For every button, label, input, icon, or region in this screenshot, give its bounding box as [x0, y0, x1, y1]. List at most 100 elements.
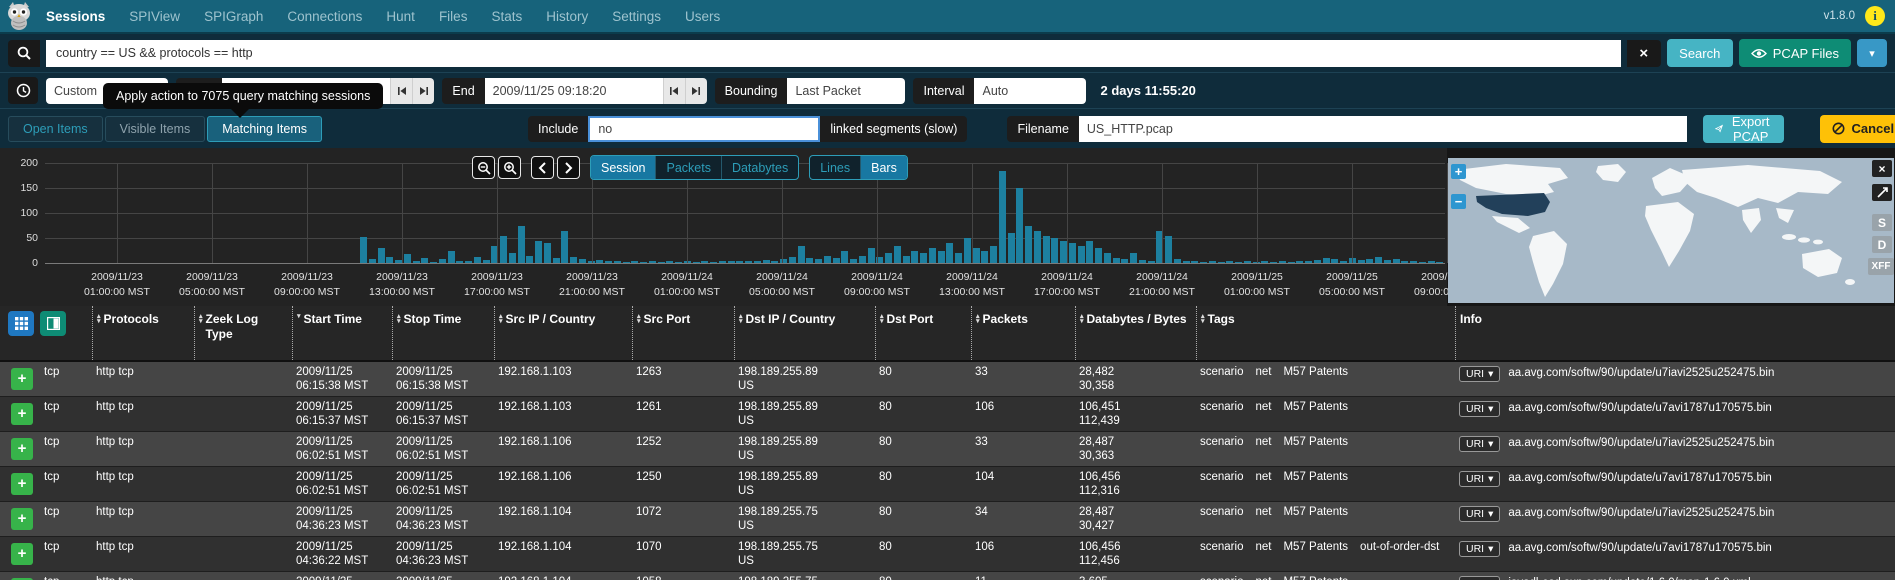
expand-session-button[interactable]: +	[11, 543, 33, 565]
sort-icon[interactable]: ▴ ▾	[499, 313, 503, 354]
expand-session-button[interactable]: +	[11, 438, 33, 460]
uri-dropdown-button[interactable]: URI▾	[1459, 576, 1501, 580]
table-row[interactable]: + tcp http tcp 2009/11/25 2009/11/25 192.168.…	[0, 572, 1895, 580]
pcap-files-button[interactable]: PCAP Files	[1738, 39, 1851, 67]
filename-input[interactable]	[1078, 115, 1687, 142]
search-icon[interactable]	[8, 39, 40, 67]
stop-date: 2009/11/25	[396, 401, 453, 413]
uri-dropdown-button[interactable]: URI▾	[1459, 471, 1501, 487]
column-header-src-port[interactable]: ▴ ▾ Src Port	[632, 306, 734, 360]
end-time-input[interactable]	[484, 77, 663, 104]
column-header-tags[interactable]: ▴ ▾ Tags	[1196, 306, 1455, 360]
include-segments-input[interactable]	[588, 115, 821, 142]
column-config-icon[interactable]	[40, 311, 66, 336]
sort-icon[interactable]: ▴ ▾	[637, 313, 641, 354]
sort-icon[interactable]: ▴ ▾	[1201, 313, 1205, 354]
uri-dropdown-button[interactable]: URI▾	[1459, 436, 1501, 452]
start-time: 06:02:51 MST	[296, 485, 369, 497]
x-gridline	[212, 163, 213, 263]
chart-toggle-session[interactable]: Session	[591, 156, 657, 179]
step-forward-icon[interactable]	[684, 77, 707, 104]
sort-icon[interactable]: ▴ ▾	[739, 313, 743, 354]
nav-item-users[interactable]: Users	[685, 9, 720, 24]
clock-icon[interactable]	[8, 77, 38, 104]
table-row[interactable]: + tcp http tcp 2009/11/25 06:15:37 MST 2009/1…	[0, 397, 1895, 432]
pan-right-icon[interactable]	[557, 156, 580, 179]
uri-dropdown-button[interactable]: URI▾	[1459, 401, 1501, 417]
step-back-icon[interactable]	[662, 77, 685, 104]
map-close-icon[interactable]: ×	[1872, 160, 1892, 177]
column-header-packets[interactable]: ▴ ▾ Packets	[971, 306, 1075, 360]
export-pcap-button[interactable]: Export PCAP	[1702, 114, 1785, 144]
expand-session-button[interactable]: +	[11, 403, 33, 425]
map-zoom-in-button[interactable]: +	[1451, 164, 1466, 179]
step-forward-icon[interactable]	[412, 77, 435, 104]
map-dst-toggle[interactable]: D	[1872, 236, 1892, 253]
sort-desc-icon[interactable]: ▾	[297, 313, 301, 354]
info-uri: aa.avg.com/softw/90/update/u7avi1787u170…	[1508, 472, 1772, 484]
expand-session-button[interactable]: +	[11, 473, 33, 495]
chart-toggle-databytes[interactable]: Databytes	[722, 156, 798, 179]
sort-icon[interactable]: ▴ ▾	[199, 313, 203, 354]
nav-item-sessions[interactable]: Sessions	[46, 9, 105, 24]
table-row[interactable]: + tcp http tcp 2009/11/25 04:36:23 MST 2009/1…	[0, 502, 1895, 537]
info-icon[interactable]: i	[1865, 6, 1885, 26]
column-header-stop-time[interactable]: ▴ ▾ Stop Time	[392, 306, 494, 360]
column-label: Info	[1460, 312, 1482, 326]
toggle-view-grid-icon[interactable]	[8, 311, 34, 336]
nav-item-hunt[interactable]: Hunt	[386, 9, 415, 24]
table-row[interactable]: + tcp http tcp 2009/11/25 04:36:22 MST 2009/1…	[0, 537, 1895, 572]
map-xff-toggle[interactable]: XFF	[1868, 258, 1894, 275]
nav-item-files[interactable]: Files	[439, 9, 468, 24]
chart-toggle-lines[interactable]: Lines	[810, 156, 862, 179]
caret-down-icon: ▾	[1488, 473, 1494, 485]
nav-item-connections[interactable]: Connections	[287, 9, 362, 24]
zoom-in-icon[interactable]	[498, 156, 521, 179]
nav-item-stats[interactable]: Stats	[491, 9, 522, 24]
export-tab-matching-items[interactable]: Matching Items	[207, 115, 323, 142]
column-header-dst-port[interactable]: ▴ ▾ Dst Port	[875, 306, 971, 360]
column-header-protocols[interactable]: ▴ ▾ Protocols	[92, 306, 194, 360]
map-expand-icon[interactable]	[1872, 184, 1892, 201]
nav-item-spiview[interactable]: SPIView	[129, 9, 180, 24]
search-button[interactable]: Search	[1666, 39, 1733, 67]
sort-icon[interactable]: ▴ ▾	[97, 313, 101, 354]
column-header-dst-ip-country[interactable]: ▴ ▾ Dst IP / Country	[734, 306, 875, 360]
nav-item-spigraph[interactable]: SPIGraph	[204, 9, 263, 24]
uri-dropdown-button[interactable]: URI▾	[1459, 366, 1501, 382]
nav-item-history[interactable]: History	[546, 9, 588, 24]
cancel-button[interactable]: Cancel	[1820, 114, 1895, 143]
chart-toggle-bars[interactable]: Bars	[861, 156, 907, 179]
uri-dropdown-button[interactable]: URI▾	[1459, 541, 1501, 557]
map-zoom-out-button[interactable]: −	[1451, 194, 1466, 209]
column-header-src-ip-country[interactable]: ▴ ▾ Src IP / Country	[494, 306, 632, 360]
zoom-out-icon[interactable]	[472, 156, 495, 179]
map-src-toggle[interactable]: S	[1872, 214, 1892, 231]
column-header-zeek-log-type[interactable]: ▴ ▾ Zeek Log Type	[194, 306, 292, 360]
pan-left-icon[interactable]	[531, 156, 554, 179]
clear-search-button[interactable]: ×	[1626, 39, 1661, 67]
table-row[interactable]: + tcp http tcp 2009/11/25 06:02:51 MST 2009/1…	[0, 467, 1895, 502]
y-gridline	[45, 188, 1445, 189]
interval-select[interactable]: Auto	[974, 77, 1087, 104]
column-header-start-time[interactable]: ▾ Start Time	[292, 306, 392, 360]
sort-icon[interactable]: ▴ ▾	[976, 313, 980, 354]
expand-session-button[interactable]: +	[11, 508, 33, 530]
column-header-databytes-bytes[interactable]: ▴ ▾ Databytes / Bytes	[1075, 306, 1196, 360]
sort-icon[interactable]: ▴ ▾	[880, 313, 884, 354]
session-bar	[946, 243, 954, 263]
search-input[interactable]	[46, 39, 1621, 67]
nav-item-settings[interactable]: Settings	[612, 9, 661, 24]
step-back-icon[interactable]	[390, 77, 413, 104]
sort-icon[interactable]: ▴ ▾	[397, 313, 401, 354]
sort-icon[interactable]: ▴ ▾	[1080, 313, 1084, 354]
actions-dropdown-button[interactable]: ▾	[1857, 39, 1887, 67]
export-tab-open-items[interactable]: Open Items	[8, 115, 103, 142]
table-row[interactable]: + tcp http tcp 2009/11/25 06:15:38 MST 2009/1…	[0, 362, 1895, 397]
bounding-select[interactable]: Last Packet	[787, 77, 906, 104]
uri-dropdown-button[interactable]: URI▾	[1459, 506, 1501, 522]
export-tab-visible-items[interactable]: Visible Items	[104, 115, 206, 142]
table-row[interactable]: + tcp http tcp 2009/11/25 06:02:51 MST 2009/1…	[0, 432, 1895, 467]
chart-toggle-packets[interactable]: Packets	[656, 156, 722, 179]
expand-session-button[interactable]: +	[11, 368, 33, 390]
